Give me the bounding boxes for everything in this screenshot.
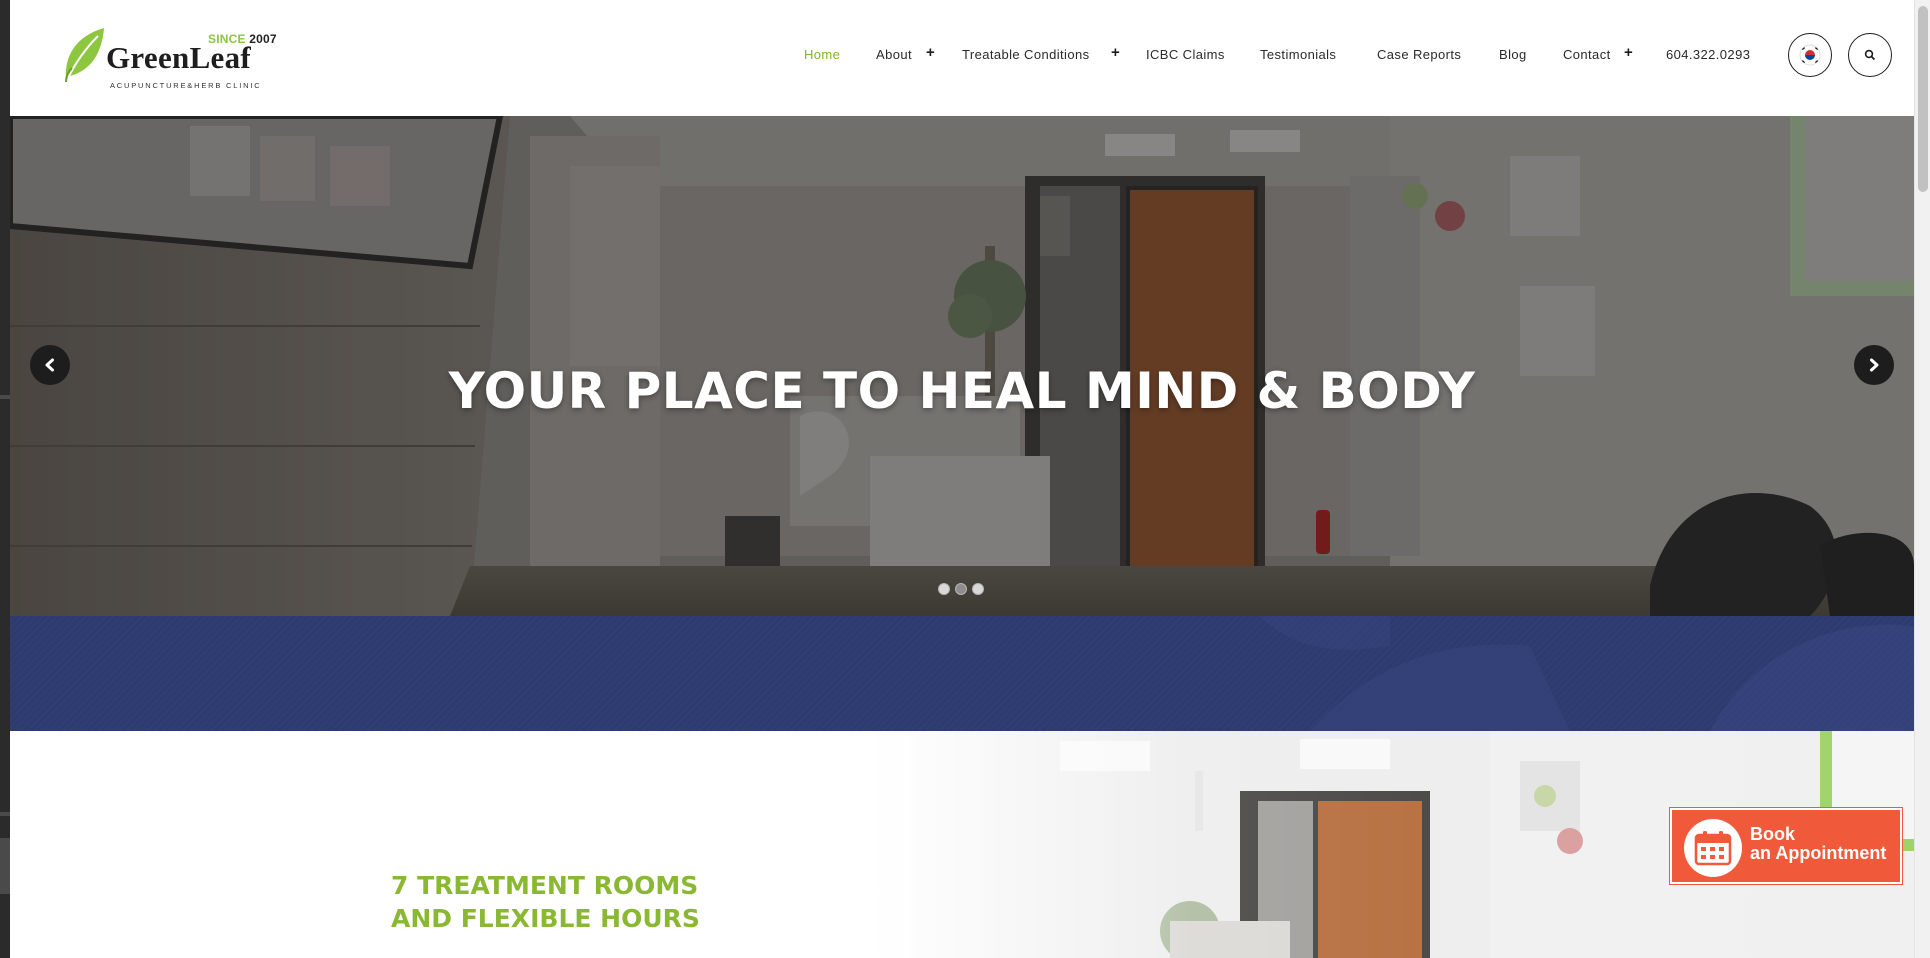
hero-slider: YOUR PLACE TO HEAL MIND & BODY [10, 116, 1914, 616]
site-header: SINCE 2007 GreenLeaf ACUPUNCTURE&HERB CL… [10, 0, 1914, 116]
book-label-line1: Book [1750, 824, 1795, 844]
book-label-line2: an Appointment [1750, 843, 1887, 863]
search-icon [1864, 49, 1876, 61]
banner-texture [1260, 616, 1914, 731]
nav-home[interactable]: Home [804, 47, 840, 62]
slider-dot[interactable] [972, 583, 984, 595]
blue-banner [10, 616, 1914, 731]
feature-heading: 7 TREATMENT ROOMS AND FLEXIBLE HOURS [391, 871, 700, 933]
treatment-rooms-section: 7 TREATMENT ROOMS AND FLEXIBLE HOURS [10, 731, 1914, 958]
clinic-room-image [10, 731, 1914, 958]
main-nav: Home About + Treatable Conditions + ICBC… [10, 0, 1914, 116]
hero-title: YOUR PLACE TO HEAL MIND & BODY [448, 362, 1476, 420]
plus-icon[interactable]: + [1111, 44, 1120, 61]
plus-icon[interactable]: + [926, 44, 935, 61]
nav-icbc-claims[interactable]: ICBC Claims [1146, 47, 1225, 62]
slider-next-button[interactable] [1854, 345, 1894, 385]
nav-about[interactable]: About [876, 47, 912, 62]
scrollbar-thumb[interactable] [1918, 6, 1928, 192]
korean-flag-icon [1799, 44, 1821, 66]
browser-left-edge [0, 0, 10, 958]
nav-case-reports[interactable]: Case Reports [1377, 47, 1461, 62]
slider-dot[interactable] [938, 583, 950, 595]
search-button[interactable] [1848, 33, 1892, 77]
book-appointment-button[interactable]: Book an Appointment [1670, 808, 1902, 884]
plus-icon[interactable]: + [1624, 44, 1633, 61]
calendar-icon [1694, 831, 1732, 866]
slider-dot[interactable] [955, 583, 967, 595]
page-scrollbar[interactable] [1914, 0, 1930, 958]
language-button[interactable] [1788, 33, 1832, 77]
nav-testimonials[interactable]: Testimonials [1260, 47, 1336, 62]
slider-prev-button[interactable] [30, 345, 70, 385]
nav-phone[interactable]: 604.322.0293 [1666, 47, 1750, 62]
slider-dots [938, 583, 998, 597]
nav-treatable-conditions[interactable]: Treatable Conditions [962, 47, 1089, 62]
chevron-left-icon [45, 358, 54, 372]
nav-blog[interactable]: Blog [1499, 47, 1527, 62]
page: SINCE 2007 GreenLeaf ACUPUNCTURE&HERB CL… [0, 0, 1930, 958]
chevron-right-icon [1870, 358, 1879, 372]
nav-contact[interactable]: Contact [1563, 47, 1611, 62]
